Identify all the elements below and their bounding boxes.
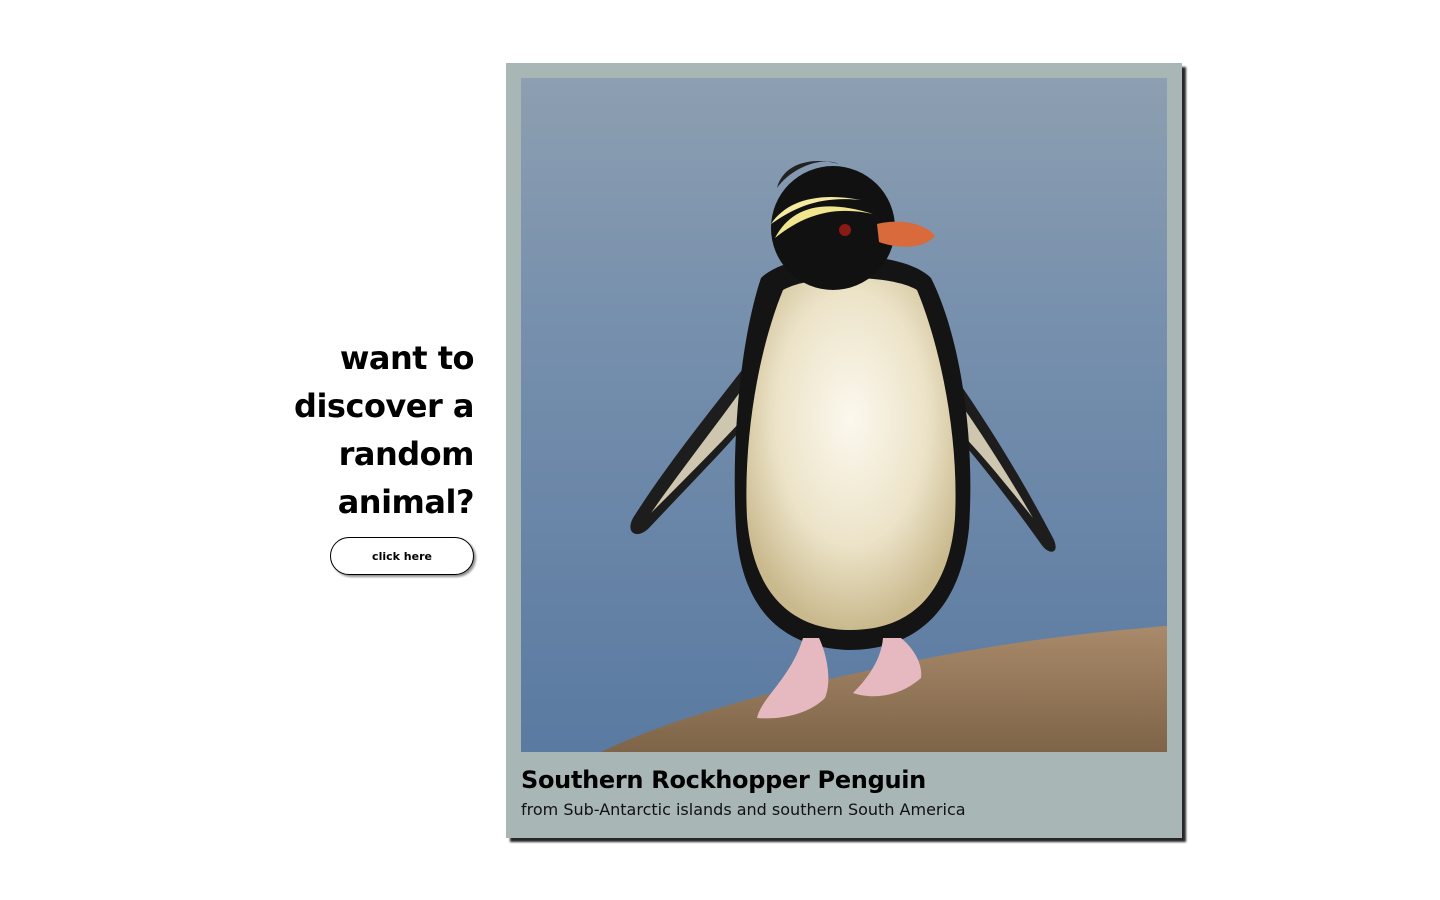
random-animal-button[interactable]: click here bbox=[330, 537, 474, 575]
discover-prompt: want to discover a random animal? click … bbox=[280, 334, 475, 575]
animal-name: Southern Rockhopper Penguin bbox=[521, 766, 926, 794]
animal-photo bbox=[521, 78, 1167, 752]
penguin-illustration bbox=[521, 78, 1167, 752]
page: want to discover a random animal? click … bbox=[0, 0, 1440, 900]
animal-origin: from Sub-Antarctic islands and southern … bbox=[521, 800, 966, 819]
prompt-heading: want to discover a random animal? bbox=[294, 339, 474, 521]
animal-card: Southern Rockhopper Penguin from Sub-Ant… bbox=[506, 63, 1182, 838]
